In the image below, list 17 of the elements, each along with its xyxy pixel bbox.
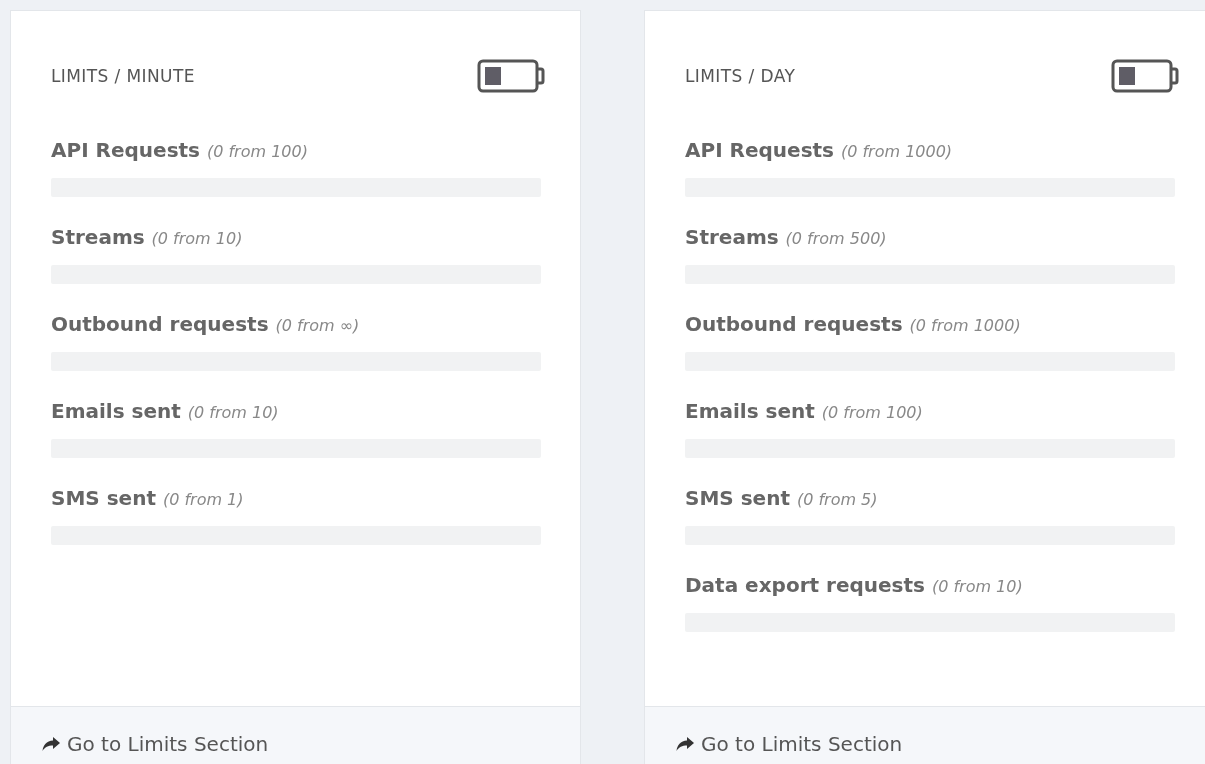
limit-label: Outbound requests (0 from ∞)	[51, 311, 361, 338]
limit-label: Emails sent (0 from 100)	[685, 398, 924, 425]
battery-icon	[476, 58, 546, 94]
battery-icon	[1110, 58, 1180, 94]
limit-label: SMS sent (0 from 5)	[685, 485, 879, 512]
limit-label: SMS sent (0 from 1)	[51, 485, 245, 512]
card-title: LIMITS / DAY	[685, 66, 796, 86]
share-arrow-icon	[41, 736, 61, 752]
limit-label: Outbound requests (0 from 1000)	[685, 311, 1022, 338]
limit-label: API Requests (0 from 100)	[51, 137, 309, 164]
limit-label: Streams (0 from 500)	[685, 224, 888, 251]
limit-label: Streams (0 from 10)	[51, 224, 244, 251]
share-arrow-icon	[675, 736, 695, 752]
card-title: LIMITS / MINUTE	[51, 66, 195, 86]
limit-label: API Requests (0 from 1000)	[685, 137, 954, 164]
limit-label: Data export requests (0 from 10)	[685, 572, 1024, 599]
limit-label: Emails sent (0 from 10)	[51, 398, 280, 425]
